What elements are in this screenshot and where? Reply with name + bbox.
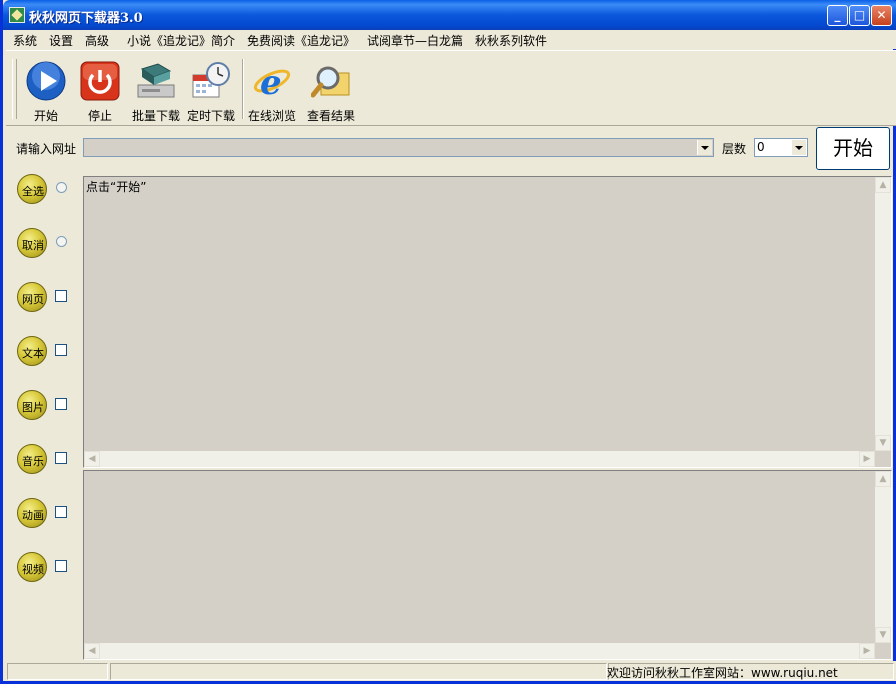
url-dropdown-arrow-icon[interactable] xyxy=(697,140,712,155)
select-all-radio[interactable] xyxy=(56,182,67,193)
details-pane[interactable]: ▲ ▼ ◀ ▶ xyxy=(83,470,892,660)
scroll-up-icon[interactable]: ▲ xyxy=(875,177,891,193)
video-checkbox[interactable] xyxy=(55,560,67,572)
option-label: 图片 xyxy=(22,401,44,414)
app-window: 秋秋网页下载器3.0 _ □ ✕ 系统 设置 高级 小说《追龙记》简介 免费阅读… xyxy=(0,0,896,684)
stop-tool-button[interactable]: 停止 xyxy=(72,57,128,123)
scroll-down-icon[interactable]: ▼ xyxy=(875,435,891,451)
status-message: 欢迎访问秋秋工作室网站：www.ruqiu.net xyxy=(607,666,838,680)
coin-icon[interactable]: 取消 xyxy=(17,228,47,258)
option-label: 网页 xyxy=(22,293,44,306)
stop-tool-label: 停止 xyxy=(87,109,112,123)
option-animation[interactable]: 动画 xyxy=(17,498,77,530)
window-title: 秋秋网页下载器3.0 xyxy=(29,11,143,26)
menu-system[interactable]: 系统 xyxy=(13,32,37,49)
coin-icon[interactable]: 视频 xyxy=(17,552,47,582)
title-bar[interactable]: 秋秋网页下载器3.0 _ □ ✕ xyxy=(3,0,896,30)
close-button[interactable]: ✕ xyxy=(871,5,892,26)
option-image[interactable]: 图片 xyxy=(17,390,77,422)
option-text[interactable]: 文本 xyxy=(17,336,77,368)
scroll-down-icon[interactable]: ▼ xyxy=(875,627,891,643)
status-panel-1 xyxy=(7,663,108,680)
option-select-all[interactable]: 全选 xyxy=(17,174,77,206)
details-horizontal-scrollbar[interactable]: ◀ ▶ xyxy=(84,643,875,659)
image-checkbox[interactable] xyxy=(55,398,67,410)
view-results-label: 查看结果 xyxy=(306,109,355,123)
coin-icon[interactable]: 音乐 xyxy=(17,444,47,474)
coin-icon[interactable]: 文本 xyxy=(17,336,47,366)
scheduled-download-label: 定时下载 xyxy=(186,109,235,123)
minimize-button[interactable]: _ xyxy=(827,5,848,26)
output-pane[interactable]: 点击“开始” ▲ ▼ ◀ ▶ xyxy=(83,176,892,468)
option-label: 文本 xyxy=(22,347,44,360)
url-combobox[interactable] xyxy=(83,138,714,157)
layers-dropdown-arrow-icon[interactable] xyxy=(791,140,806,155)
option-label: 视频 xyxy=(22,563,44,576)
start-button[interactable]: 开始 xyxy=(816,127,890,170)
webpage-checkbox[interactable] xyxy=(55,290,67,302)
scroll-left-icon[interactable]: ◀ xyxy=(84,643,100,659)
menu-trial-chapter[interactable]: 试阅章节—白龙篇 xyxy=(367,32,463,49)
option-label: 全选 xyxy=(22,185,44,198)
folder-magnifier-icon xyxy=(310,61,351,101)
output-horizontal-scrollbar[interactable]: ◀ ▶ xyxy=(84,451,875,467)
scroll-left-icon[interactable]: ◀ xyxy=(84,451,100,467)
scroll-right-icon[interactable]: ▶ xyxy=(859,643,875,659)
power-icon xyxy=(80,61,120,101)
cancel-radio[interactable] xyxy=(56,236,67,247)
coin-icon[interactable]: 网页 xyxy=(17,282,47,312)
option-video[interactable]: 视频 xyxy=(17,552,77,584)
calendar-clock-icon xyxy=(191,61,231,101)
start-tool-button[interactable]: 开始 xyxy=(18,57,74,123)
text-checkbox[interactable] xyxy=(55,344,67,356)
scheduled-download-button[interactable]: 定时下载 xyxy=(183,57,239,123)
output-text: 点击“开始” xyxy=(86,180,147,194)
scroll-up-icon[interactable]: ▲ xyxy=(875,471,891,487)
play-icon xyxy=(26,61,66,101)
batch-download-button[interactable]: 批量下载 xyxy=(128,57,184,123)
browser-e-icon: e xyxy=(252,61,292,103)
computer-books-icon xyxy=(136,61,176,101)
animation-checkbox[interactable] xyxy=(55,506,67,518)
layers-combobox[interactable]: 0 xyxy=(754,138,808,157)
online-browse-label: 在线浏览 xyxy=(247,109,296,123)
layers-label: 层数 xyxy=(722,142,747,156)
option-label: 音乐 xyxy=(22,455,44,468)
option-label: 取消 xyxy=(22,239,44,252)
option-music[interactable]: 音乐 xyxy=(17,444,77,476)
menu-settings[interactable]: 设置 xyxy=(49,32,73,49)
coin-icon[interactable]: 动画 xyxy=(17,498,47,528)
coin-icon[interactable]: 图片 xyxy=(17,390,47,420)
menu-novel-intro[interactable]: 小说《追龙记》简介 xyxy=(127,32,235,49)
option-webpage[interactable]: 网页 xyxy=(17,282,77,314)
layers-value: 0 xyxy=(757,140,765,154)
view-results-button[interactable]: 查看结果 xyxy=(303,57,359,123)
music-checkbox[interactable] xyxy=(55,452,67,464)
menu-bar: 系统 设置 高级 小说《追龙记》简介 免费阅读《追龙记》 试阅章节—白龙篇 秋秋… xyxy=(6,30,896,49)
toolbar: 开始 停止 批量下载 定时下载 e 在线浏览 查看结果 xyxy=(6,50,896,126)
menu-series-software[interactable]: 秋秋系列软件 xyxy=(475,32,547,49)
coin-icon[interactable]: 全选 xyxy=(17,174,47,204)
app-logo-icon[interactable] xyxy=(9,7,25,23)
maximize-button[interactable]: □ xyxy=(849,5,870,26)
option-label: 动画 xyxy=(22,509,44,522)
menu-advanced[interactable]: 高级 xyxy=(85,32,109,49)
details-vertical-scrollbar[interactable]: ▲ ▼ xyxy=(875,471,891,643)
output-vertical-scrollbar[interactable]: ▲ ▼ xyxy=(875,177,891,451)
url-label: 请输入网址 xyxy=(16,142,77,156)
option-cancel[interactable]: 取消 xyxy=(17,228,77,260)
online-browse-button[interactable]: e 在线浏览 xyxy=(244,57,300,123)
menu-free-read[interactable]: 免费阅读《追龙记》 xyxy=(247,32,355,49)
status-panel-2 xyxy=(110,663,607,680)
scroll-right-icon[interactable]: ▶ xyxy=(859,451,875,467)
svg-text:e: e xyxy=(260,63,282,101)
